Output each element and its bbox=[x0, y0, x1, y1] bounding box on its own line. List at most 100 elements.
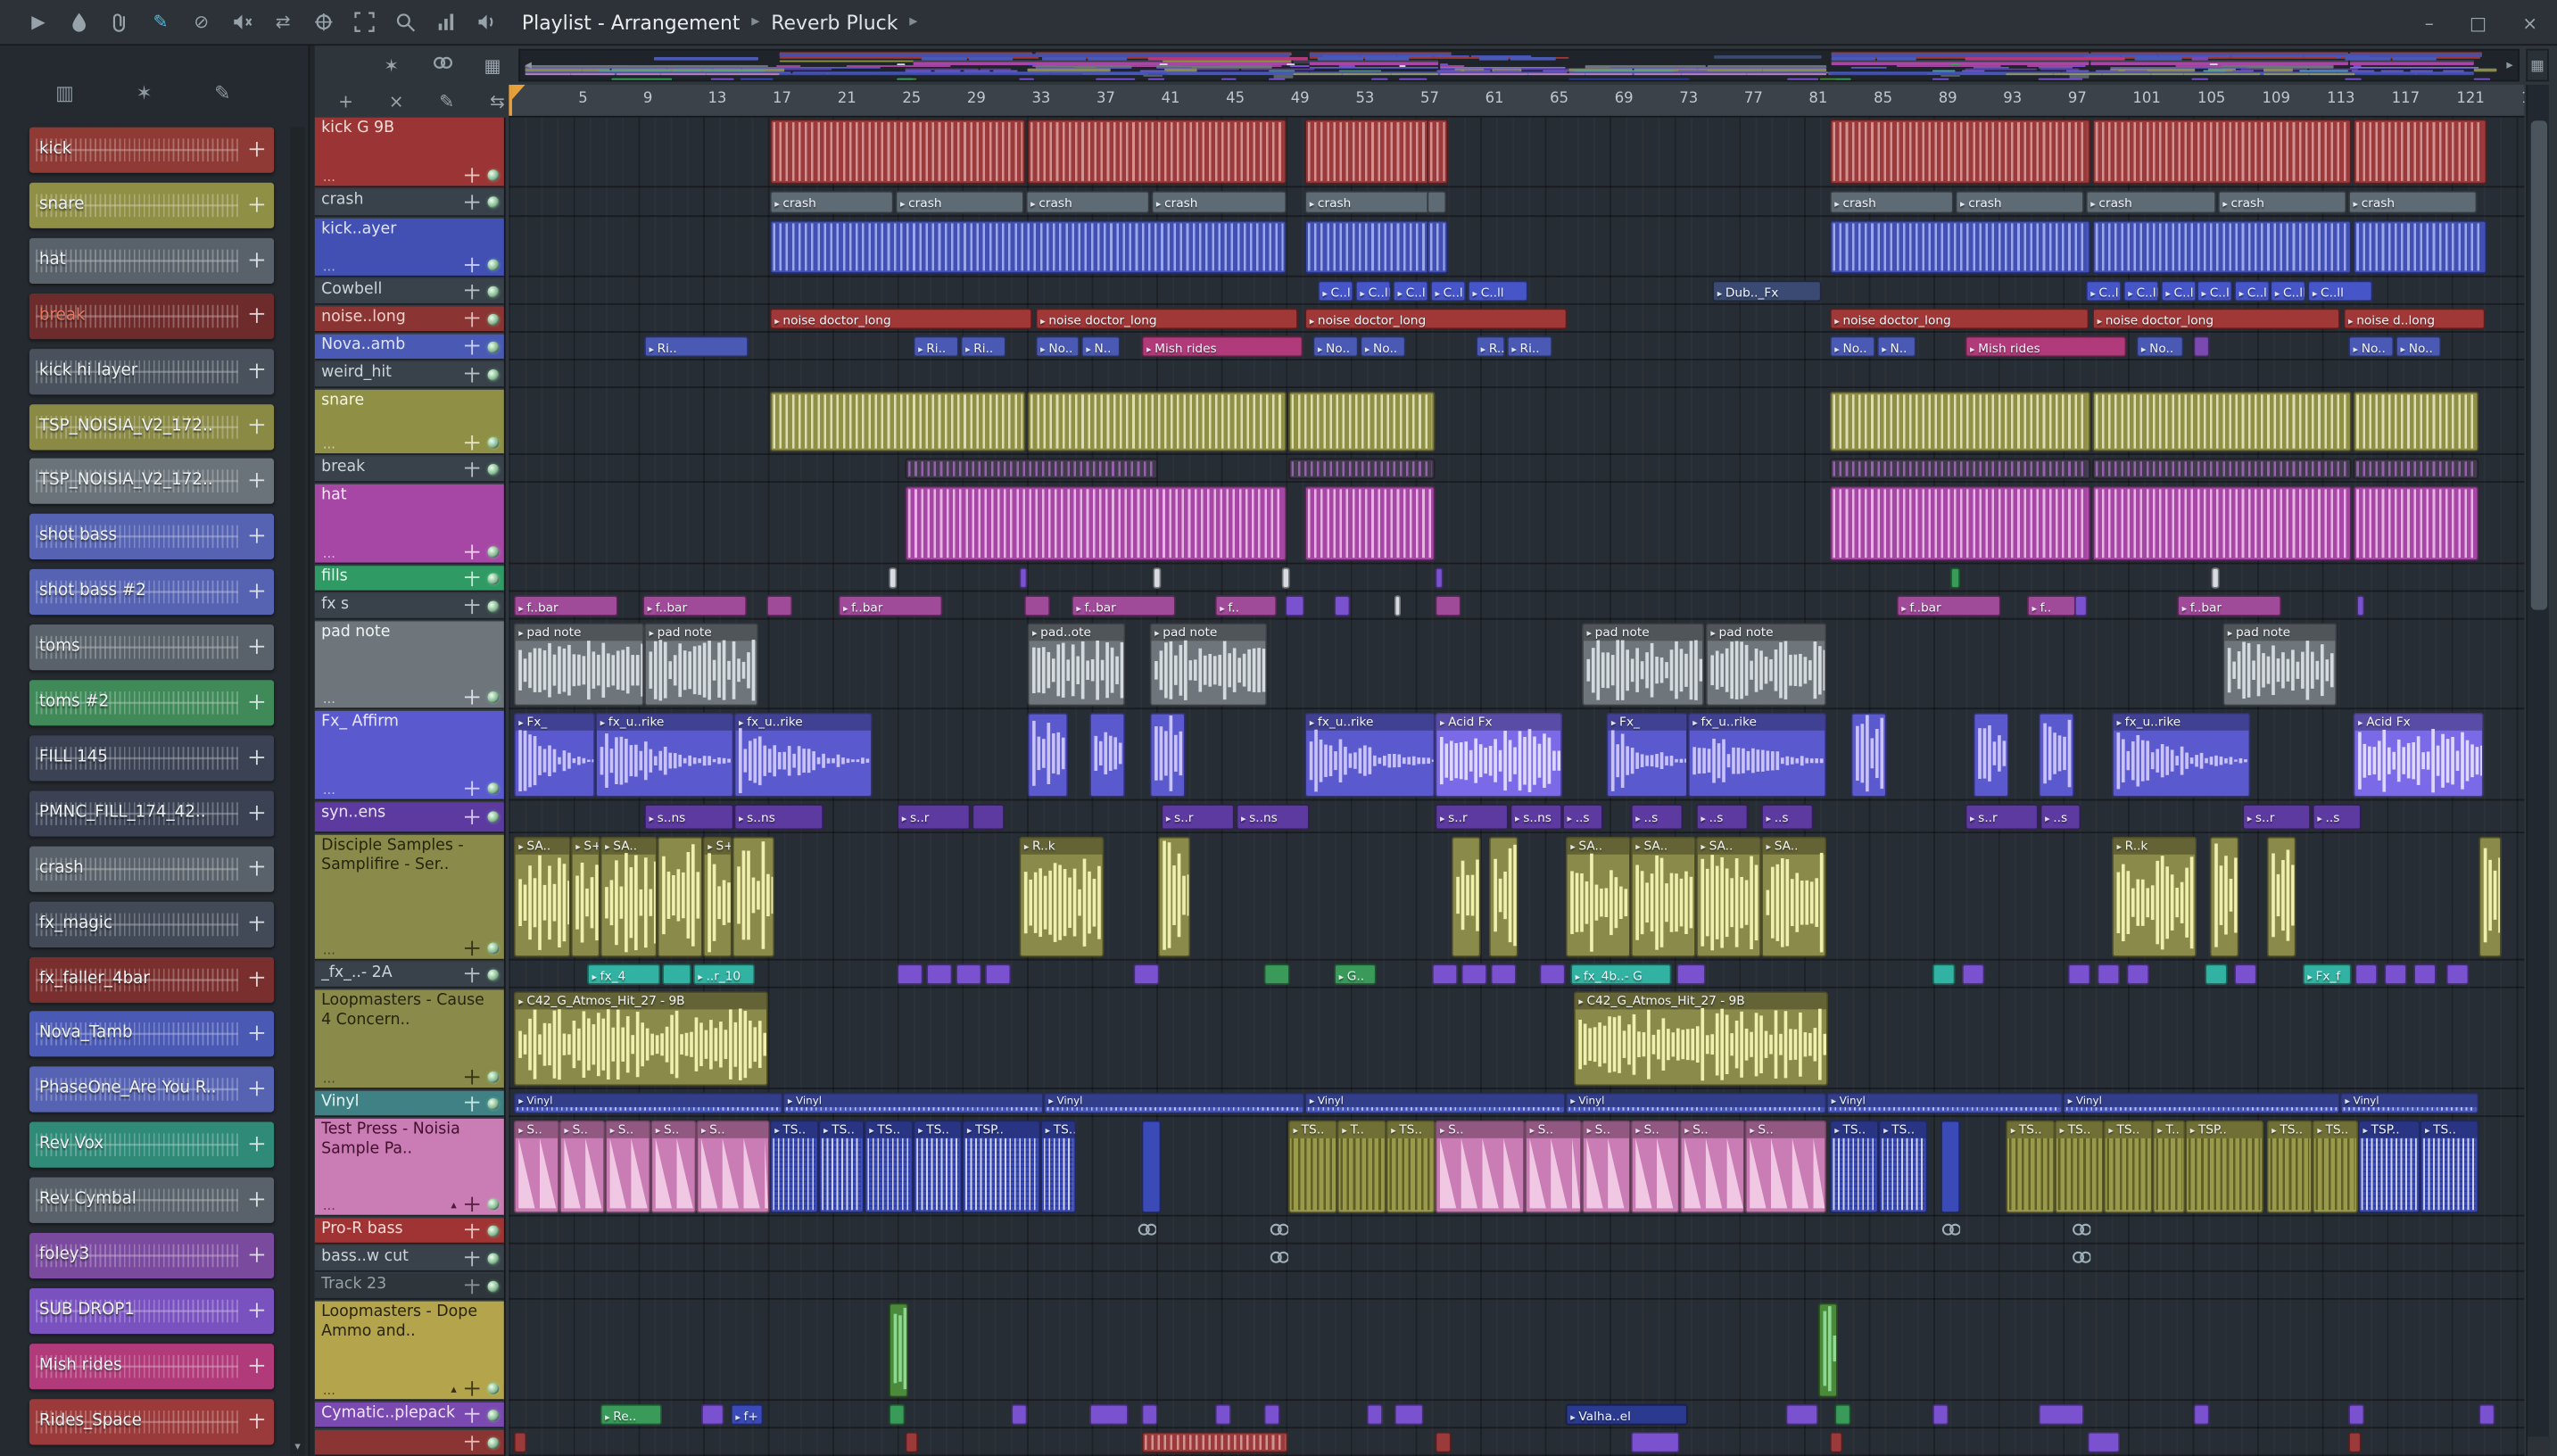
track-header[interactable]: snare... bbox=[314, 389, 504, 455]
clip[interactable]: ▸ f..bar bbox=[838, 595, 943, 616]
clip[interactable] bbox=[1427, 119, 1449, 185]
clip[interactable] bbox=[1027, 391, 1287, 452]
mute-led[interactable] bbox=[487, 170, 500, 181]
clip[interactable]: ▸ C..l bbox=[1392, 280, 1429, 302]
clip[interactable] bbox=[1141, 1431, 1288, 1453]
picker-item[interactable]: Rides_Space bbox=[29, 1398, 275, 1444]
pan-icon[interactable] bbox=[464, 781, 480, 796]
clip[interactable]: ▸ SA.. bbox=[513, 836, 571, 957]
clip[interactable] bbox=[1281, 567, 1290, 589]
detect-icon[interactable]: ✶ bbox=[136, 81, 152, 104]
clip[interactable]: ▸ s..ns bbox=[1510, 804, 1563, 831]
clip[interactable]: ▸ Vinyl bbox=[782, 1092, 1044, 1114]
draw-tool-icon[interactable]: ✎ bbox=[435, 90, 459, 112]
clip[interactable]: ▸ G.. bbox=[1334, 964, 1377, 986]
clip[interactable] bbox=[1133, 964, 1160, 986]
swap-icon[interactable]: ⇄ bbox=[270, 10, 294, 34]
clip[interactable] bbox=[2126, 964, 2150, 986]
target-icon[interactable] bbox=[311, 10, 335, 34]
clip[interactable] bbox=[2478, 1403, 2495, 1426]
clip[interactable]: ▸ Mish rides bbox=[1141, 335, 1303, 358]
track-header[interactable]: Disciple Samples - Samplifire - Ser..... bbox=[314, 834, 504, 961]
clip[interactable]: ▸ Ri.. bbox=[1506, 335, 1553, 358]
clip[interactable]: ▸ TSP.. bbox=[2185, 1120, 2264, 1213]
clip[interactable] bbox=[2348, 1403, 2365, 1426]
clip[interactable] bbox=[2092, 119, 2352, 185]
picker-item[interactable]: TSP_NOISIA_V2_172.. bbox=[29, 403, 275, 450]
track-lane[interactable] bbox=[509, 566, 2525, 592]
clip[interactable] bbox=[2353, 458, 2479, 480]
clip[interactable] bbox=[1435, 1431, 1452, 1453]
clip[interactable] bbox=[1829, 219, 2091, 275]
track-header[interactable]: noise..long bbox=[314, 306, 504, 333]
clip[interactable]: ▸ noise doctor_long bbox=[2092, 308, 2340, 330]
pan-icon[interactable] bbox=[464, 1278, 480, 1294]
picker-item[interactable]: Rev Vox bbox=[29, 1121, 275, 1169]
clip[interactable] bbox=[2071, 1247, 2091, 1269]
clip[interactable] bbox=[2353, 485, 2479, 561]
clip[interactable]: ▸ Vinyl bbox=[513, 1092, 783, 1114]
clip[interactable] bbox=[769, 219, 1287, 275]
clip[interactable] bbox=[2209, 836, 2239, 957]
track-header[interactable]: Fx_ Affirm... bbox=[314, 710, 504, 801]
track-options[interactable]: ... bbox=[323, 1383, 335, 1397]
clip[interactable] bbox=[905, 1431, 919, 1453]
mute-led[interactable] bbox=[487, 1409, 500, 1421]
song-start-flag[interactable] bbox=[511, 85, 525, 100]
track-header[interactable]: syn..ens bbox=[314, 802, 504, 834]
pan-icon[interactable] bbox=[464, 367, 480, 382]
pan-icon[interactable] bbox=[249, 1413, 265, 1428]
pan-icon[interactable] bbox=[464, 809, 480, 824]
clip[interactable] bbox=[2348, 1431, 2362, 1453]
mute-led[interactable] bbox=[487, 259, 500, 271]
clip[interactable] bbox=[1304, 485, 1436, 561]
pan-icon[interactable] bbox=[249, 473, 265, 489]
clip[interactable]: ▸ pad note bbox=[2222, 623, 2338, 707]
pan-icon[interactable] bbox=[249, 1137, 265, 1152]
clip[interactable] bbox=[985, 964, 1012, 986]
clip[interactable] bbox=[1088, 712, 1126, 798]
link-icon[interactable] bbox=[431, 52, 454, 78]
scroll-down-icon[interactable]: ▾ bbox=[290, 1436, 304, 1456]
clip[interactable]: ▸ No.. bbox=[1829, 335, 1875, 358]
clip[interactable]: ▸ f..bar bbox=[1071, 595, 1176, 616]
mute-led[interactable] bbox=[487, 196, 500, 209]
scroll-right-icon[interactable]: ▸ bbox=[2506, 57, 2512, 71]
clip[interactable]: ▸ f..bar bbox=[1896, 595, 2001, 616]
clip[interactable]: ▸ f.. bbox=[1214, 595, 1278, 616]
clip[interactable]: ▸ ..s bbox=[1630, 804, 1684, 831]
clip[interactable]: ▸ Mish rides bbox=[1965, 335, 2127, 358]
pan-icon[interactable] bbox=[249, 196, 265, 212]
track-header[interactable]: Cymatic..plepack bbox=[314, 1402, 504, 1429]
zoom-icon[interactable] bbox=[393, 10, 418, 34]
picker-item[interactable]: shot bass #2 bbox=[29, 569, 275, 616]
clip[interactable] bbox=[1834, 1403, 1851, 1426]
clip[interactable] bbox=[657, 836, 703, 957]
picker-item[interactable]: PhaseOne_Are You R.. bbox=[29, 1066, 275, 1113]
track-header[interactable]: bass..w cut bbox=[314, 1245, 504, 1272]
clip[interactable] bbox=[1973, 712, 2009, 798]
clip[interactable]: ▸ TS.. bbox=[1287, 1120, 1337, 1213]
picker-item[interactable]: TSP_NOISIA_V2_172.. bbox=[29, 459, 275, 505]
add-pattern-icon[interactable]: + bbox=[335, 90, 358, 112]
clip[interactable]: ▸ f+ bbox=[730, 1403, 764, 1426]
chevron-right-icon[interactable]: ▸ bbox=[751, 13, 759, 31]
clip[interactable]: ▸ No.. bbox=[2136, 335, 2184, 358]
track-lane[interactable] bbox=[509, 362, 2525, 389]
clip[interactable]: ▸ C..ll bbox=[1468, 280, 1528, 302]
clip[interactable]: ▸ T.. bbox=[2152, 1120, 2186, 1213]
clip[interactable]: ▸ fx_u..rike bbox=[595, 712, 734, 798]
pan-icon[interactable] bbox=[249, 805, 265, 821]
pan-icon[interactable] bbox=[464, 1222, 480, 1238]
clip[interactable] bbox=[2353, 391, 2479, 452]
clip[interactable] bbox=[1932, 964, 1956, 986]
pan-icon[interactable] bbox=[464, 570, 480, 586]
clip[interactable] bbox=[2038, 712, 2074, 798]
delete-icon[interactable]: × bbox=[385, 90, 408, 112]
clip[interactable]: ▸ C..ll bbox=[2123, 280, 2160, 302]
pan-icon[interactable] bbox=[464, 168, 480, 183]
clip[interactable]: ▸ pad note bbox=[643, 623, 758, 707]
attach-icon[interactable] bbox=[108, 10, 132, 34]
clip[interactable]: ▸ Fx_f bbox=[2302, 964, 2352, 986]
clip[interactable] bbox=[1157, 836, 1191, 957]
